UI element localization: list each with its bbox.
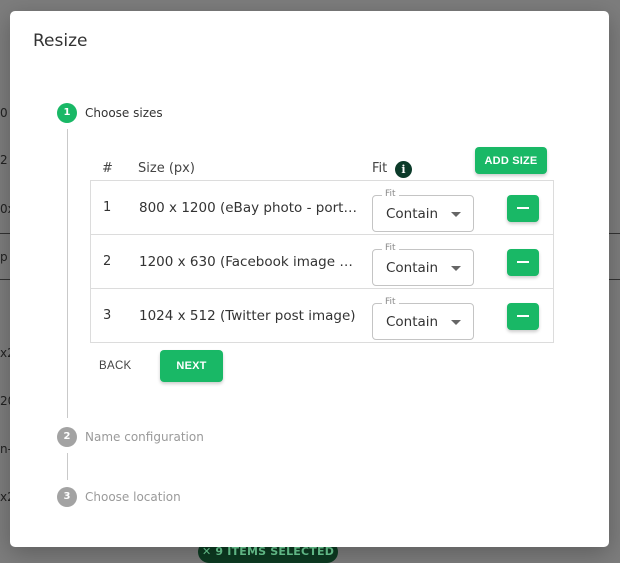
step-1-label[interactable]: Choose sizes: [85, 106, 163, 120]
fit-select[interactable]: Fit Contain: [372, 243, 474, 286]
caret-down-icon: [451, 266, 461, 271]
step-3-indicator: 3: [57, 487, 77, 507]
info-icon[interactable]: i: [395, 161, 412, 178]
fit-select-legend: Fit: [382, 297, 399, 307]
bg-divider: [608, 279, 620, 280]
dialog-title: Resize: [33, 31, 88, 51]
step-2-indicator: 2: [57, 427, 77, 447]
fit-select-legend: Fit: [382, 189, 399, 199]
minus-icon: [517, 261, 529, 263]
fit-select-legend: Fit: [382, 243, 399, 253]
fit-select-value: Contain: [386, 206, 439, 222]
caret-down-icon: [451, 212, 461, 217]
bg-divider: [608, 233, 620, 234]
row-size: 1024 x 512 (Twitter post image): [139, 308, 356, 324]
row-number: 1: [103, 200, 112, 215]
sizes-table: 1 800 x 1200 (eBay photo - portrait) Fit…: [90, 180, 554, 343]
remove-size-button[interactable]: [507, 195, 539, 222]
fit-select-value: Contain: [386, 314, 439, 330]
row-size: 1200 x 630 (Facebook image post): [139, 254, 357, 270]
row-number: 2: [103, 254, 112, 269]
bg-text-fragment: 0: [0, 106, 8, 120]
row-size: 800 x 1200 (eBay photo - portrait): [139, 200, 357, 216]
fit-select[interactable]: Fit Contain: [372, 189, 474, 232]
fit-select-value: Contain: [386, 260, 439, 276]
bg-text-fragment: 2: [0, 153, 8, 167]
row-number: 3: [103, 308, 112, 323]
column-header-number: #: [102, 161, 113, 176]
fit-select[interactable]: Fit Contain: [372, 297, 474, 340]
step-1-indicator: 1: [57, 103, 77, 123]
stepper-connector: [67, 129, 68, 418]
column-header-size: Size (px): [138, 161, 195, 176]
stepper-connector: [67, 453, 68, 480]
back-button[interactable]: BACK: [99, 360, 132, 372]
add-size-button[interactable]: ADD SIZE: [475, 147, 547, 174]
step-3-label[interactable]: Choose location: [85, 490, 181, 504]
minus-icon: [517, 315, 529, 317]
bg-text-fragment: p: [0, 250, 8, 264]
table-row: 2 1200 x 630 (Facebook image post) Fit C…: [91, 235, 553, 289]
table-row: 1 800 x 1200 (eBay photo - portrait) Fit…: [91, 181, 553, 235]
remove-size-button[interactable]: [507, 249, 539, 276]
caret-down-icon: [451, 320, 461, 325]
table-row: 3 1024 x 512 (Twitter post image) Fit Co…: [91, 289, 553, 343]
minus-icon: [517, 207, 529, 209]
remove-size-button[interactable]: [507, 303, 539, 330]
next-button[interactable]: NEXT: [160, 350, 223, 382]
resize-dialog: Resize 1 Choose sizes # Size (px) Fit i …: [10, 11, 609, 547]
step-2-label[interactable]: Name configuration: [85, 430, 204, 444]
column-header-fit: Fit: [372, 161, 388, 176]
